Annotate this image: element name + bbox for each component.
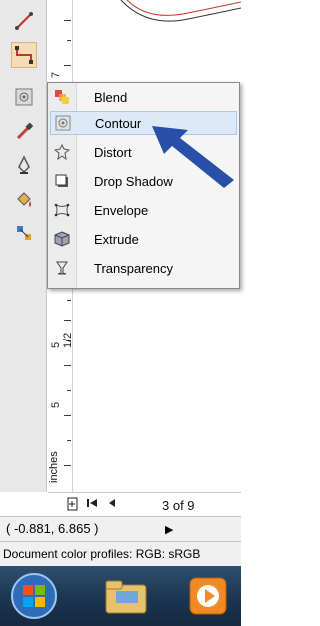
- page-counter: 3 of 9: [162, 498, 195, 513]
- drop-shadow-icon: [50, 171, 74, 191]
- units-label: inches: [48, 451, 60, 483]
- page-navigation-bar: inches 3 of 9: [48, 451, 241, 517]
- menu-item-label: Distort: [94, 144, 132, 160]
- menu-item-envelope[interactable]: Envelope: [50, 198, 237, 222]
- transparency-icon: [50, 258, 74, 278]
- ruler-label: 7: [50, 71, 62, 78]
- dimension-tool-icon[interactable]: [11, 8, 37, 34]
- file-explorer-icon[interactable]: [98, 572, 154, 620]
- cursor-coordinates-bar: ( -0.881, 6.865 ) ▶: [0, 516, 241, 541]
- extrude-icon: [50, 229, 74, 249]
- blend-icon: [50, 87, 74, 107]
- menu-item-transparency[interactable]: Transparency: [50, 256, 237, 280]
- pointer-arrow-icon: [152, 126, 234, 188]
- menu-item-label: Envelope: [94, 202, 149, 218]
- play-triangle-icon[interactable]: ▶: [165, 523, 173, 536]
- menu-item-extrude[interactable]: Extrude: [50, 227, 237, 251]
- media-player-icon[interactable]: [180, 572, 236, 620]
- first-page-button[interactable]: [86, 497, 98, 512]
- menu-item-label: Contour: [95, 115, 142, 131]
- windows-taskbar: [0, 566, 241, 626]
- eyedropper-tool-icon[interactable]: [11, 118, 37, 144]
- previous-page-button[interactable]: [107, 497, 117, 512]
- menu-item-label: Extrude: [94, 231, 139, 247]
- ruler-label: 5 1/2: [50, 332, 74, 348]
- menu-item-label: Blend: [94, 89, 128, 105]
- add-page-icon[interactable]: [67, 497, 79, 514]
- status-bar: Document color profiles: RGB: sRGB: [0, 541, 241, 567]
- outline-pen-tool-icon[interactable]: [11, 152, 37, 178]
- toolbox: [0, 0, 47, 492]
- interactive-effects-tool-icon[interactable]: [11, 84, 37, 110]
- ruler-label: 5: [50, 401, 62, 408]
- menu-item-blend[interactable]: Blend: [50, 85, 237, 109]
- connector-tool-icon[interactable]: [11, 42, 37, 68]
- contour-icon: [51, 113, 75, 133]
- start-button[interactable]: [6, 572, 62, 620]
- document-color-profiles[interactable]: Document color profiles: RGB: sRGB: [3, 547, 200, 561]
- fill-tool-icon[interactable]: [11, 188, 37, 214]
- distort-icon: [50, 142, 74, 162]
- interactive-fill-tool-icon[interactable]: [11, 220, 37, 246]
- envelope-icon: [50, 200, 74, 220]
- menu-item-label: Transparency: [94, 260, 173, 276]
- cursor-coordinates: ( -0.881, 6.865 ): [6, 521, 99, 536]
